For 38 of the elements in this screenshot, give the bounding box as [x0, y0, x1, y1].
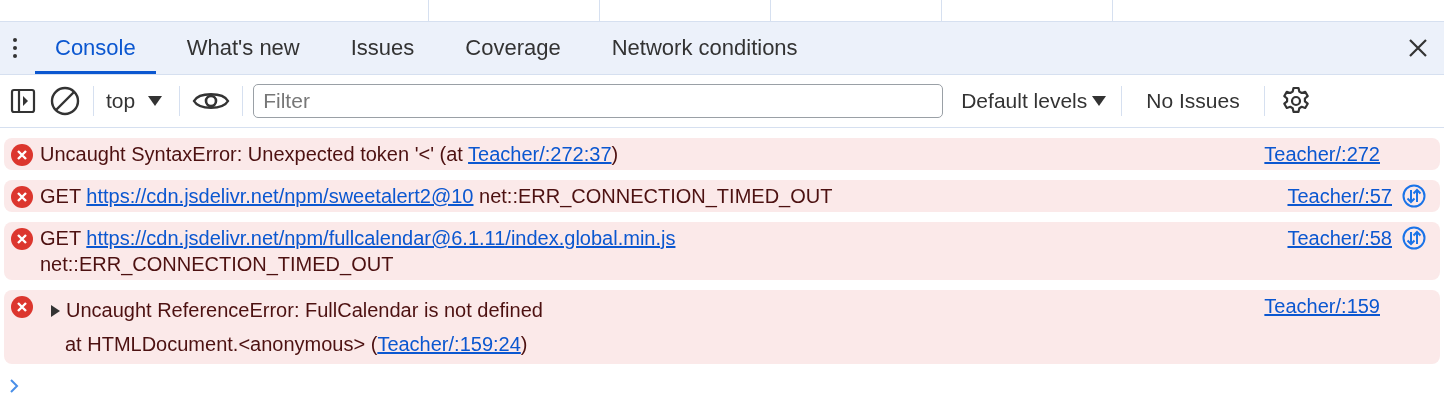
tab[interactable]: Console	[35, 22, 156, 74]
source-link[interactable]: Teacher/:159	[1264, 293, 1380, 319]
caret-icon[interactable]	[147, 95, 164, 107]
error-icon	[11, 228, 33, 250]
clear-console-icon[interactable]	[49, 85, 81, 117]
expand-triangle-icon[interactable]	[50, 304, 61, 318]
message-text: Uncaught SyntaxError: Unexpected token '<' (at Teacher/:272:37)	[40, 142, 620, 167]
error-icon	[11, 144, 33, 166]
sidebar-toggle-icon[interactable]	[9, 87, 37, 115]
prompt-chevron-icon	[9, 378, 19, 394]
link[interactable]: https://cdn.jsdelivr.net/npm/fullcalendar@6.1.11/index.global.min.js	[86, 227, 676, 249]
filter-field[interactable]: Filter	[253, 84, 944, 118]
levels-dropdown[interactable]: Default levels	[957, 89, 1116, 113]
source-link[interactable]: Teacher/:272	[1264, 141, 1380, 167]
tab[interactable]: Coverage	[445, 22, 581, 74]
message-text: at HTMLDocument.<anonymous> (Teacher/:159:24)	[65, 332, 529, 357]
more-icon[interactable]	[13, 37, 17, 59]
close-icon[interactable]	[1408, 38, 1428, 58]
error-icon	[11, 296, 33, 318]
tab[interactable]: What's new	[166, 22, 320, 74]
tab[interactable]: Network conditions	[591, 22, 818, 74]
link[interactable]: Teacher/:159:24	[377, 333, 521, 355]
message-text: net::ERR_CONNECTION_TIMED_OUT	[40, 252, 395, 277]
message-text: GET https://cdn.jsdelivr.net/npm/sweetalert2@10 net::ERR_CONNECTION_TIMED_OUT	[40, 184, 834, 209]
link[interactable]: https://cdn.jsdelivr.net/npm/sweetalert2@10	[86, 185, 474, 207]
caret-icon[interactable]	[1091, 95, 1108, 107]
network-request-icon[interactable]	[1402, 226, 1426, 250]
message-text: GET https://cdn.jsdelivr.net/npm/fullcalendar@6.1.11/index.global.min.js	[40, 226, 677, 251]
context-dropdown[interactable]: top	[100, 89, 174, 113]
issues-button[interactable]: No Issues	[1128, 89, 1258, 113]
network-request-icon[interactable]	[1402, 184, 1426, 208]
source-link[interactable]: Teacher/:58	[1287, 225, 1392, 251]
source-link[interactable]: Teacher/:57	[1287, 183, 1392, 209]
error-icon	[11, 186, 33, 208]
message-text: Uncaught ReferenceError: FullCalendar is not defined	[66, 298, 544, 323]
settings-icon[interactable]	[1280, 86, 1311, 116]
tab[interactable]: Issues	[330, 22, 435, 74]
link[interactable]: Teacher/:272:37	[468, 143, 612, 165]
